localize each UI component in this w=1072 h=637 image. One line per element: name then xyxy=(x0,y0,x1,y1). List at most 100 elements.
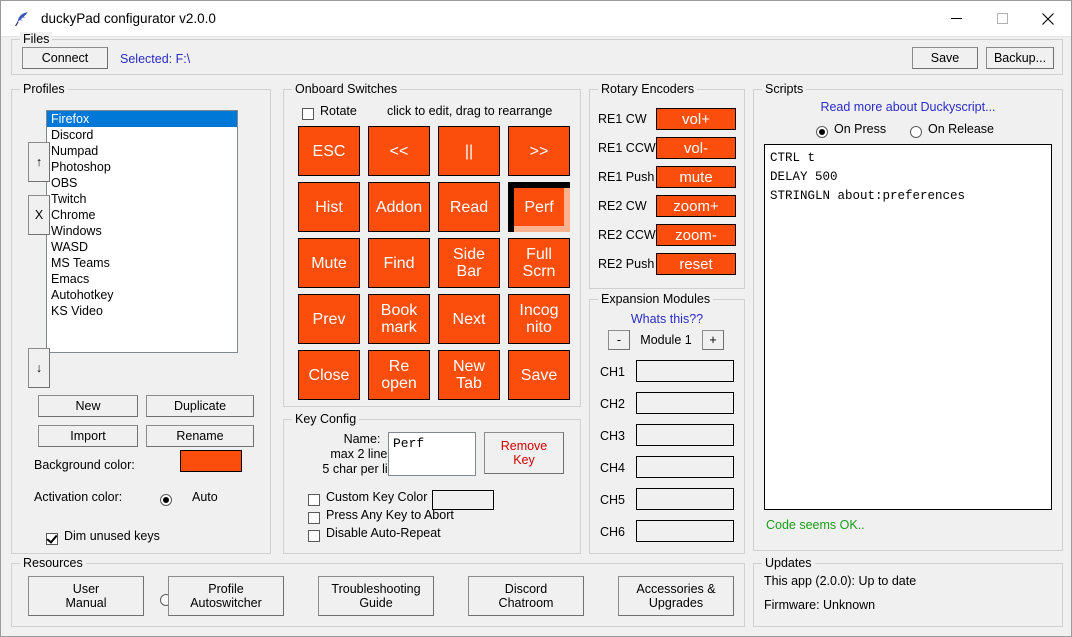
expansion-channel-input[interactable] xyxy=(636,456,734,478)
profile-item[interactable]: Numpad xyxy=(47,143,237,159)
rotary-encoders-group: Rotary Encoders RE1 CW vol+ RE1 CCW vol- RE1… xyxy=(589,82,745,289)
rotary-label: RE1 CCW xyxy=(598,141,656,155)
profile-item[interactable]: KS Video xyxy=(47,303,237,319)
dim-unused-keys-checkbox[interactable] xyxy=(46,533,58,545)
rotary-label: RE1 CW xyxy=(598,112,647,126)
onboard-key[interactable]: Side Bar xyxy=(438,238,500,288)
profile-item[interactable]: Autohotkey xyxy=(47,287,237,303)
on-release-radio[interactable] xyxy=(910,126,922,138)
rotary-action-button[interactable]: vol- xyxy=(656,137,736,159)
background-color-swatch[interactable] xyxy=(180,450,242,472)
activation-auto-radio[interactable] xyxy=(160,494,172,506)
expansion-channel-input[interactable] xyxy=(636,392,734,414)
onboard-key[interactable]: Save xyxy=(508,350,570,400)
onboard-key-label: << xyxy=(389,142,409,160)
files-legend: Files xyxy=(20,32,53,46)
custom-key-color-swatch[interactable] xyxy=(432,490,494,510)
rotary-action-button[interactable]: reset xyxy=(656,253,736,275)
user-manual-button[interactable]: User Manual xyxy=(28,576,144,616)
rotary-action-button[interactable]: vol+ xyxy=(656,108,736,130)
module-next-button[interactable]: + xyxy=(702,330,724,350)
script-editor[interactable]: CTRL t DELAY 500 STRINGLN about:preferen… xyxy=(764,144,1052,510)
rotary-action-button[interactable]: zoom+ xyxy=(656,195,736,217)
save-button[interactable]: Save xyxy=(912,47,978,69)
onboard-key[interactable]: Re open xyxy=(368,350,430,400)
switches-hint-label: click to edit, drag to rearrange xyxy=(387,104,553,118)
new-profile-button[interactable]: New xyxy=(38,395,138,417)
onboard-key-label: Mute xyxy=(311,254,347,272)
onboard-key[interactable]: Find xyxy=(368,238,430,288)
module-prev-button[interactable]: - xyxy=(608,330,630,350)
onboard-key-label: Find xyxy=(383,254,415,272)
profile-item[interactable]: Windows xyxy=(47,223,237,239)
rotate-checkbox[interactable] xyxy=(302,108,314,120)
minimize-button[interactable] xyxy=(933,1,979,36)
maximize-button[interactable] xyxy=(979,1,1025,36)
expansion-modules-group: Expansion Modules Whats this?? - Module … xyxy=(589,292,745,554)
backup-button[interactable]: Backup... xyxy=(986,47,1054,69)
onboard-key[interactable]: Hist xyxy=(298,182,360,232)
profile-item[interactable]: Twitch xyxy=(47,191,237,207)
profile-item[interactable]: Emacs xyxy=(47,271,237,287)
onboard-key-label: Next xyxy=(452,310,486,328)
title-bar: duckyPad configurator v2.0.0 xyxy=(1,1,1071,37)
onboard-key[interactable]: Addon xyxy=(368,182,430,232)
profile-item[interactable]: MS Teams xyxy=(47,255,237,271)
onboard-key[interactable]: Prev xyxy=(298,294,360,344)
profile-list[interactable]: Firefox Discord Numpad Photoshop OBS Twitch Ch… xyxy=(46,110,238,353)
accessories-upgrades-button[interactable]: Accessories & Upgrades xyxy=(618,576,734,616)
onboard-key-label: Incog nito xyxy=(519,302,559,336)
profile-item[interactable]: Chrome xyxy=(47,207,237,223)
expansion-channel-input[interactable] xyxy=(636,488,734,510)
rotary-action-button[interactable]: zoom- xyxy=(656,224,736,246)
troubleshooting-guide-button[interactable]: Troubleshooting Guide xyxy=(318,576,434,616)
remove-key-button[interactable]: Remove Key xyxy=(484,432,564,474)
press-any-key-checkbox[interactable] xyxy=(308,512,320,524)
profile-item[interactable]: WASD xyxy=(47,239,237,255)
onboard-key[interactable]: Close xyxy=(298,350,360,400)
close-button[interactable] xyxy=(1025,1,1071,36)
onboard-key[interactable]: || xyxy=(438,126,500,176)
rotary-action-button[interactable]: mute xyxy=(656,166,736,188)
custom-key-color-checkbox[interactable] xyxy=(308,494,320,506)
onboard-key[interactable]: Full Scrn xyxy=(508,238,570,288)
expansion-channel-input[interactable] xyxy=(636,520,734,542)
onboard-key[interactable]: ESC xyxy=(298,126,360,176)
onboard-key[interactable]: Mute xyxy=(298,238,360,288)
duplicate-profile-button[interactable]: Duplicate xyxy=(146,395,254,417)
onboard-key[interactable]: Incog nito xyxy=(508,294,570,344)
profile-item[interactable]: Photoshop xyxy=(47,159,237,175)
import-profile-button[interactable]: Import xyxy=(38,425,138,447)
discord-chatroom-button[interactable]: Discord Chatroom xyxy=(468,576,584,616)
onboard-key-label: Book mark xyxy=(380,302,418,336)
onboard-key-label: Save xyxy=(520,366,558,384)
whats-this-link[interactable]: Whats this?? xyxy=(590,312,744,326)
onboard-key[interactable]: << xyxy=(368,126,430,176)
onboard-key[interactable]: Next xyxy=(438,294,500,344)
profile-item[interactable]: Discord xyxy=(47,127,237,143)
delete-profile-button[interactable]: X xyxy=(28,195,50,235)
move-profile-up-button[interactable]: ↑ xyxy=(28,142,50,182)
expansion-channel-input[interactable] xyxy=(636,424,734,446)
key-name-input[interactable]: Perf xyxy=(388,432,476,476)
firmware-update-status: Firmware: Unknown xyxy=(764,598,876,612)
onboard-key[interactable]: New Tab xyxy=(438,350,500,400)
read-more-duckyscript-link[interactable]: Read more about Duckyscript... xyxy=(754,100,1062,114)
expansion-channel-input[interactable] xyxy=(636,360,734,382)
onboard-key[interactable]: >> xyxy=(508,126,570,176)
rename-profile-button[interactable]: Rename xyxy=(146,425,254,447)
on-press-radio[interactable] xyxy=(816,126,828,138)
profile-autoswitcher-button[interactable]: Profile Autoswitcher xyxy=(168,576,284,616)
onboard-key[interactable]: Read xyxy=(438,182,500,232)
onboard-key[interactable]: Perf xyxy=(508,182,570,232)
expansion-channel-row: CH1 xyxy=(600,360,736,384)
disable-autorepeat-checkbox[interactable] xyxy=(308,530,320,542)
move-profile-down-button[interactable]: ↓ xyxy=(28,348,50,388)
onboard-key-label: || xyxy=(464,142,474,160)
profile-item[interactable]: Firefox xyxy=(47,111,237,127)
connect-button[interactable]: Connect xyxy=(22,47,108,69)
onboard-key[interactable]: Book mark xyxy=(368,294,430,344)
profile-item[interactable]: OBS xyxy=(47,175,237,191)
expansion-channel-label: CH1 xyxy=(600,365,626,379)
disable-autorepeat-label: Disable Auto-Repeat xyxy=(326,526,441,540)
